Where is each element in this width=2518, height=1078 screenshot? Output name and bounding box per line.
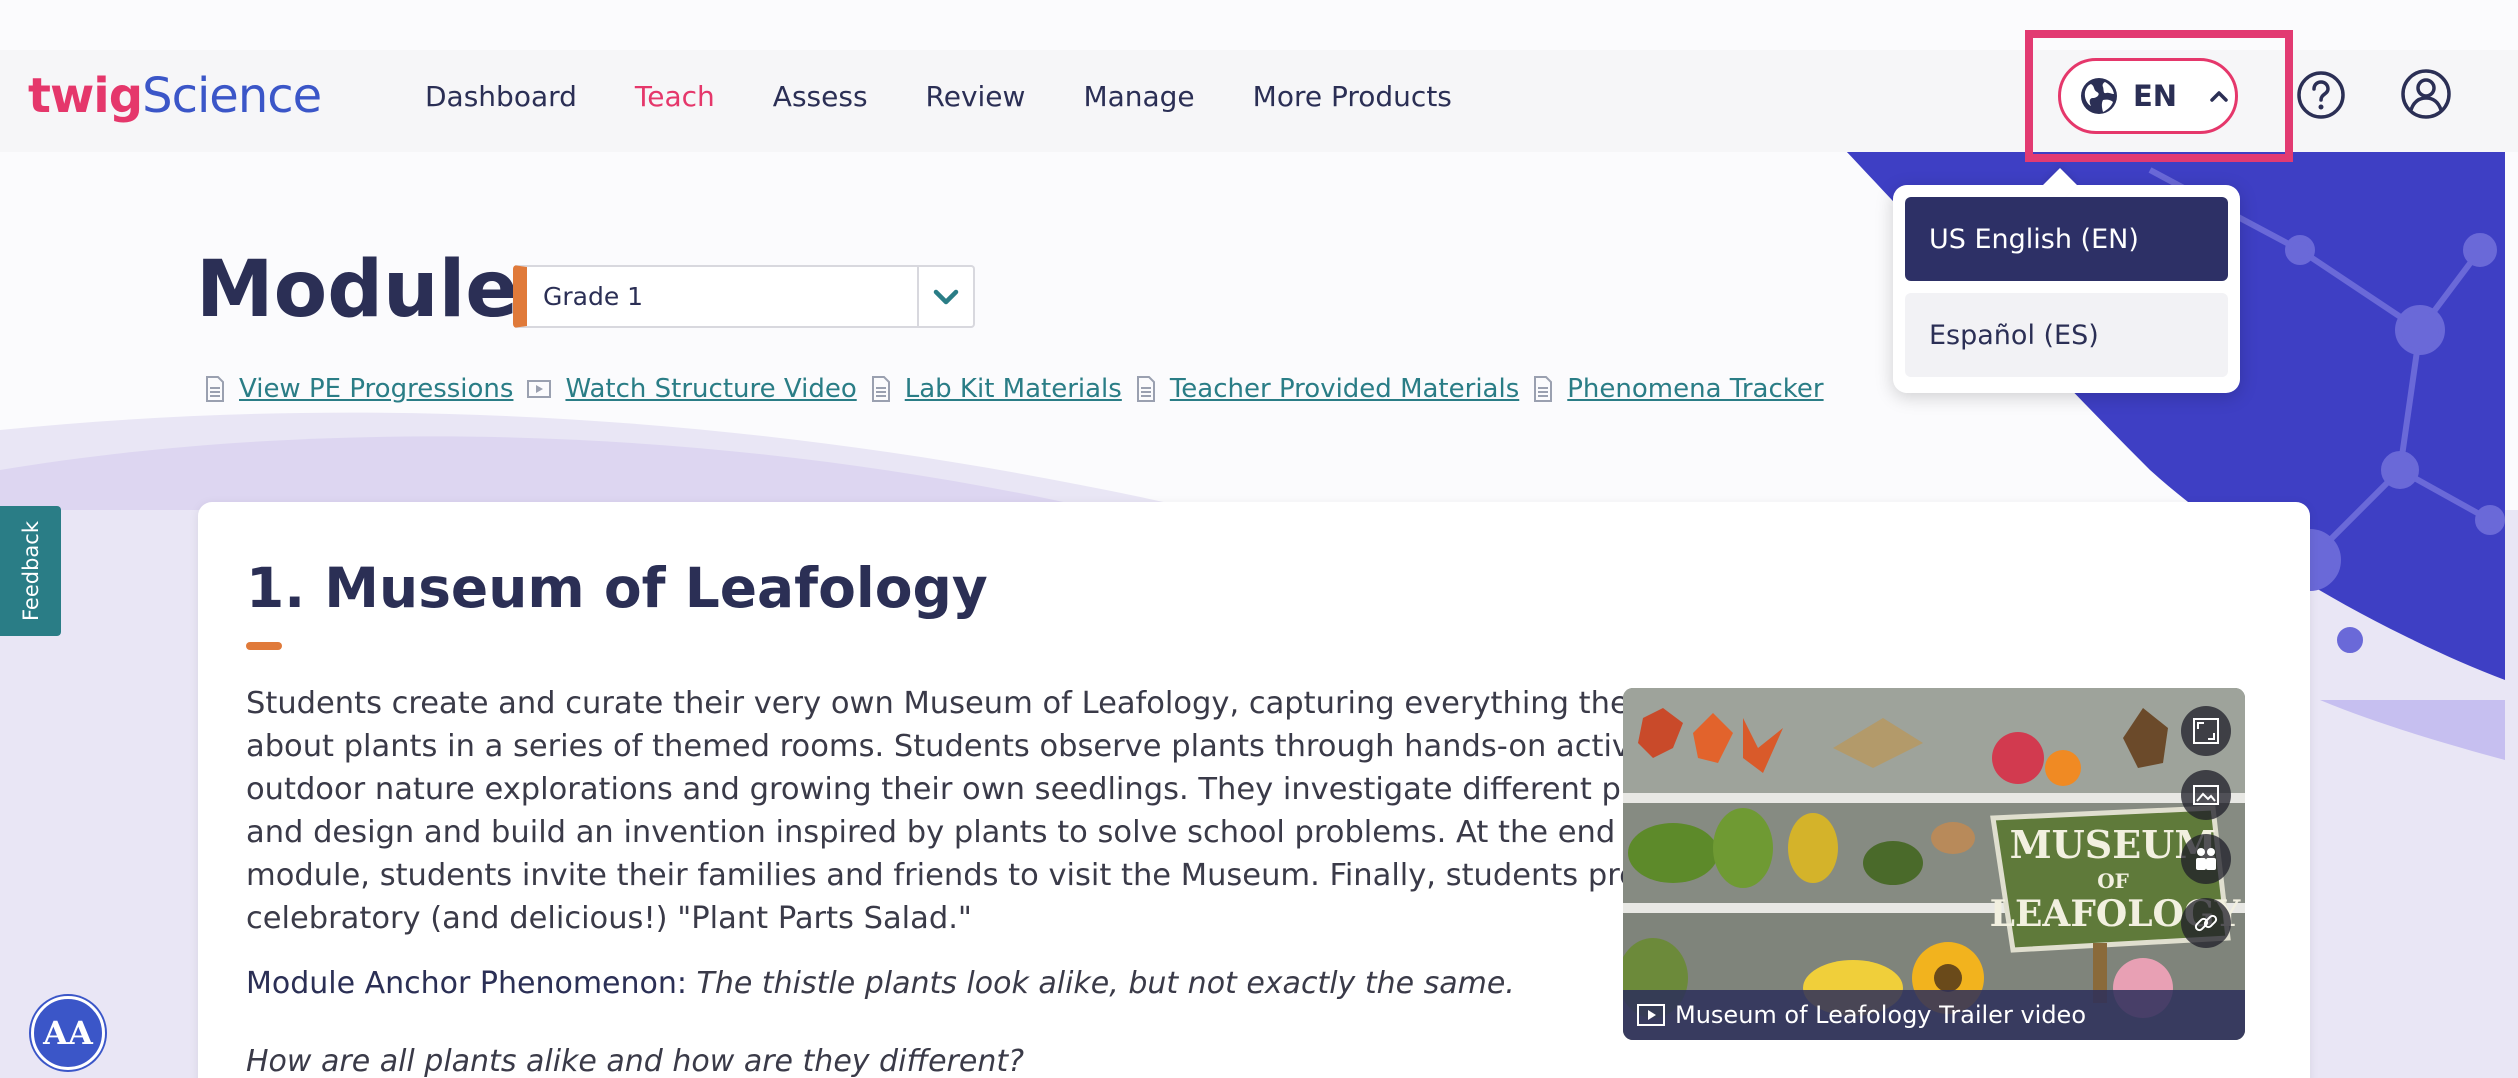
document-icon — [1136, 376, 1155, 402]
share-button[interactable] — [2181, 834, 2231, 884]
view-pe-progressions-link[interactable]: View PE Progressions — [239, 374, 513, 404]
language-option-en[interactable]: US English (EN) — [1905, 197, 2228, 281]
nav-review[interactable]: Review — [926, 80, 1026, 113]
video-icon — [527, 380, 552, 398]
document-icon — [1534, 376, 1553, 402]
anchor-phenomenon: Module Anchor Phenomenon: The thistle pl… — [246, 966, 1515, 1001]
lab-kit-materials-link[interactable]: Lab Kit Materials — [905, 374, 1122, 404]
video-caption-bar: Museum of Leafology Trailer video — [1623, 990, 2245, 1040]
driving-question: How are all plants alike and how are the… — [246, 1044, 1025, 1078]
feedback-label: Feedback — [18, 520, 43, 622]
nav-manage[interactable]: Manage — [1083, 80, 1194, 113]
feedback-tab[interactable]: Feedback — [0, 506, 61, 636]
fullscreen-icon — [2193, 718, 2219, 744]
module-card: 1. Museum of Leafology Students create a… — [198, 502, 2310, 1078]
video-thumbnail: MUSEUM OF LEAFOLOGY — [1623, 688, 2245, 1040]
share-icon — [2196, 848, 2216, 870]
gallery-button[interactable] — [2181, 770, 2231, 820]
resource-link-phenomena-tracker: Phenomena Tracker — [1533, 374, 1824, 404]
document-icon — [206, 376, 224, 402]
sign-line-2: OF — [2097, 869, 2129, 893]
nav-more-products[interactable]: More Products — [1253, 80, 1452, 113]
document-icon — [871, 376, 890, 402]
module-title[interactable]: 1. Museum of Leafology — [246, 556, 988, 620]
resource-link-lab-kit: Lab Kit Materials — [871, 374, 1122, 404]
video-action-buttons — [2181, 706, 2231, 948]
video-caption-text: Museum of Leafology Trailer video — [1675, 1001, 2086, 1029]
module-description: Students create and curate their very ow… — [246, 686, 1778, 936]
language-selector-button[interactable]: EN — [2058, 58, 2238, 134]
phenomena-tracker-link[interactable]: Phenomena Tracker — [1567, 374, 1823, 404]
video-icon — [1637, 1004, 1665, 1026]
anchor-phenomenon-text: The thistle plants look alike, but not e… — [696, 966, 1515, 1001]
teacher-provided-materials-link[interactable]: Teacher Provided Materials — [1170, 374, 1519, 404]
gallery-icon — [2193, 785, 2219, 805]
nav-teach[interactable]: Teach — [635, 80, 715, 113]
link-button[interactable] — [2181, 898, 2231, 948]
module-trailer-video[interactable]: MUSEUM OF LEAFOLOGY Museum of Leafology … — [1623, 688, 2245, 1040]
nav-dashboard[interactable]: Dashboard — [425, 80, 577, 113]
globe-icon — [2081, 78, 2117, 114]
grade-select-toggle[interactable] — [917, 267, 973, 326]
main-nav: Dashboard Teach Assess Review Manage Mor… — [425, 80, 1452, 113]
language-code: EN — [2133, 79, 2178, 113]
logo-part-twig: twig — [28, 68, 143, 124]
link-icon — [2194, 914, 2218, 932]
language-option-es[interactable]: Español (ES) — [1905, 293, 2228, 377]
logo-part-science: Science — [142, 68, 322, 124]
language-dropdown-menu: US English (EN) Español (ES) — [1893, 168, 2240, 393]
watch-structure-video-link[interactable]: Watch Structure Video — [565, 374, 856, 404]
top-navigation-bar: twigScience Dashboard Teach Assess Revie… — [0, 50, 2518, 152]
anchor-phenomenon-label: Module Anchor Phenomenon: — [246, 966, 687, 1001]
grade-select-value: Grade 1 — [543, 282, 644, 311]
fullscreen-button[interactable] — [2181, 706, 2231, 756]
grade-select[interactable]: Grade 1 — [513, 265, 975, 328]
nav-assess[interactable]: Assess — [773, 80, 868, 113]
chevron-up-icon — [2210, 91, 2228, 102]
resource-link-teacher-materials: Teacher Provided Materials — [1136, 374, 1519, 404]
title-underline — [246, 642, 282, 650]
chevron-down-icon — [933, 289, 959, 304]
accessibility-text-size-button[interactable]: AA — [31, 996, 105, 1070]
resource-link-pe-progressions: View PE Progressions — [205, 374, 513, 404]
help-question-icon[interactable] — [2296, 70, 2346, 120]
resource-links: View PE Progressions Watch Structure Vid… — [205, 374, 1824, 404]
twig-science-logo[interactable]: twigScience — [28, 68, 322, 124]
user-profile-icon[interactable] — [2400, 68, 2452, 120]
page-title: Modules — [196, 245, 565, 335]
resource-link-structure-video: Watch Structure Video — [527, 374, 857, 404]
